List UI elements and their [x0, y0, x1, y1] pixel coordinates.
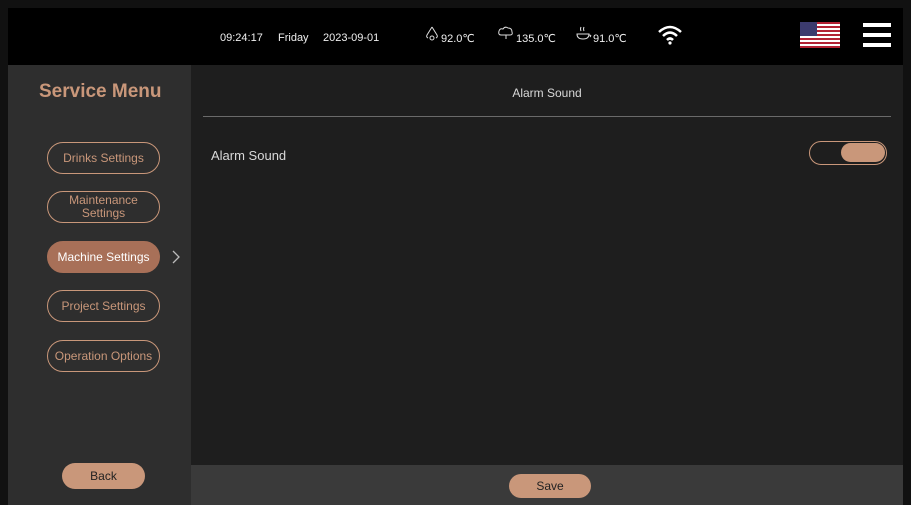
- main-content: Alarm Sound Alarm Sound: [191, 65, 903, 465]
- nav-label: Project Settings: [61, 298, 146, 313]
- sidebar: Service Menu Drinks Settings Maintenance…: [8, 65, 191, 505]
- cup-temp: 91.0℃: [593, 33, 627, 45]
- divider: [203, 116, 891, 117]
- water-temp: 92.0℃: [441, 33, 475, 45]
- footer-bar: Save: [191, 465, 903, 505]
- date: 2023-09-01: [323, 32, 380, 44]
- nav-label: Operation Options: [54, 348, 153, 363]
- nav-machine-settings[interactable]: Machine Settings: [47, 241, 160, 273]
- back-button[interactable]: Back: [62, 463, 145, 489]
- nav-label: Drinks Settings: [63, 150, 144, 165]
- steam-temp: 135.0℃: [516, 33, 556, 45]
- save-button[interactable]: Save: [509, 474, 591, 498]
- nav-label: Maintenance Settings: [69, 193, 138, 220]
- steam-cloud-icon: [498, 26, 514, 45]
- toggle-knob: [841, 143, 885, 162]
- hamburger-menu-icon[interactable]: [863, 21, 891, 49]
- alarm-sound-label: Alarm Sound: [211, 148, 287, 163]
- nav-drinks-settings[interactable]: Drinks Settings: [47, 142, 160, 174]
- page-title: Alarm Sound: [512, 86, 582, 100]
- back-label: Back: [90, 469, 117, 483]
- water-drop-icon: [425, 26, 439, 47]
- clock-time: 09:24:17: [220, 32, 263, 44]
- nav-operation-options[interactable]: Operation Options: [47, 340, 160, 372]
- chevron-right-icon: [171, 250, 181, 264]
- status-bar: 09:24:17 Friday 2023-09-01 92.0℃ 135.0℃ …: [8, 8, 903, 65]
- nav-label: Machine Settings: [57, 249, 150, 264]
- nav-maintenance-settings[interactable]: Maintenance Settings: [47, 191, 160, 223]
- nav-project-settings[interactable]: Project Settings: [47, 290, 160, 322]
- cup-icon: [576, 26, 592, 47]
- us-flag-icon[interactable]: [800, 22, 840, 48]
- app-window: 09:24:17 Friday 2023-09-01 92.0℃ 135.0℃ …: [8, 8, 903, 505]
- save-label: Save: [536, 479, 564, 493]
- sidebar-title: Service Menu: [39, 81, 162, 102]
- wifi-icon: [658, 25, 682, 50]
- weekday: Friday: [278, 32, 309, 44]
- alarm-sound-toggle[interactable]: [809, 141, 887, 165]
